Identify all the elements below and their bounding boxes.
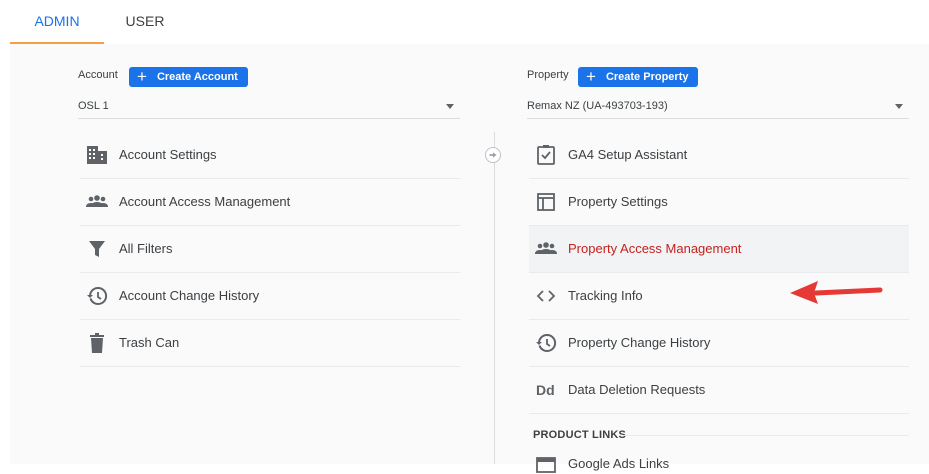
red-annotation-arrow-icon — [790, 281, 883, 304]
property-change-history-label: Property Change History — [568, 335, 711, 350]
history-icon — [87, 286, 108, 305]
trash-can-item[interactable]: Trash Can — [80, 320, 460, 367]
dd-icon: Dd — [536, 382, 555, 398]
people-icon — [86, 195, 108, 207]
account-access-label: Account Access Management — [119, 194, 291, 209]
property-menu: GA4 Setup Assistant Property Settings Pr… — [529, 132, 909, 414]
property-change-history-item[interactable]: Property Change History — [529, 320, 909, 367]
property-access-label: Property Access Management — [568, 241, 742, 256]
trash-icon — [90, 333, 104, 353]
building-icon — [87, 146, 107, 164]
create-account-label: Create Account — [156, 71, 238, 83]
clipboard-check-icon — [537, 145, 555, 165]
account-menu: Account Settings Account Access Manageme… — [80, 132, 460, 367]
property-label: Property — [527, 69, 569, 81]
section-divider — [623, 435, 909, 436]
svg-text:Dd: Dd — [536, 382, 555, 398]
product-links-heading: PRODUCT LINKS — [533, 429, 627, 441]
ga4-setup-assistant-item[interactable]: GA4 Setup Assistant — [529, 132, 909, 179]
data-deletion-requests-item[interactable]: Dd Data Deletion Requests — [529, 367, 909, 414]
account-selected-value: OSL 1 — [78, 100, 109, 112]
tracking-info-label: Tracking Info — [568, 288, 643, 303]
chevron-down-icon — [895, 104, 903, 109]
account-settings-item[interactable]: Account Settings — [80, 132, 460, 179]
account-access-management-item[interactable]: Account Access Management — [80, 179, 460, 226]
property-settings-label: Property Settings — [568, 194, 668, 209]
plus-icon: + — [586, 67, 596, 86]
code-icon — [536, 290, 556, 302]
layout-icon — [537, 193, 555, 211]
account-label: Account — [78, 69, 118, 81]
account-settings-label: Account Settings — [119, 147, 217, 162]
data-deletion-label: Data Deletion Requests — [568, 382, 706, 397]
property-selector[interactable]: Remax NZ (UA-493703-193) — [527, 98, 909, 119]
arrow-right-icon — [485, 147, 501, 163]
account-selector[interactable]: OSL 1 — [78, 98, 460, 119]
property-settings-item[interactable]: Property Settings — [529, 179, 909, 226]
google-ads-links-item[interactable]: Google Ads Links — [529, 454, 909, 474]
admin-content: Account + Create Account OSL 1 Account S… — [10, 44, 929, 473]
all-filters-item[interactable]: All Filters — [80, 226, 460, 273]
account-change-history-label: Account Change History — [119, 288, 260, 303]
create-property-button[interactable]: + Create Property — [578, 67, 699, 87]
filter-icon — [89, 241, 105, 257]
plus-icon: + — [137, 67, 147, 86]
property-selected-value: Remax NZ (UA-493703-193) — [527, 100, 668, 112]
ga4-setup-label: GA4 Setup Assistant — [568, 147, 688, 162]
tab-user[interactable]: USER — [104, 0, 186, 44]
create-account-button[interactable]: + Create Account — [129, 67, 248, 87]
column-divider — [494, 132, 495, 464]
ads-icon — [536, 457, 556, 473]
property-access-management-item[interactable]: Property Access Management — [529, 226, 909, 273]
all-filters-label: All Filters — [119, 241, 173, 256]
people-icon — [535, 242, 557, 254]
trash-can-label: Trash Can — [119, 335, 180, 350]
tab-admin[interactable]: ADMIN — [10, 0, 104, 44]
chevron-down-icon — [446, 104, 454, 109]
top-tab-bar: ADMIN USER — [0, 0, 929, 44]
history-icon — [536, 333, 557, 352]
create-property-label: Create Property — [605, 71, 689, 83]
account-change-history-item[interactable]: Account Change History — [80, 273, 460, 320]
